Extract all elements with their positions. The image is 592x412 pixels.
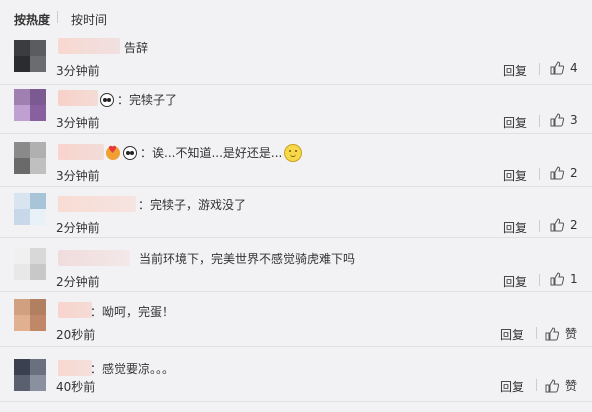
sort-by-time-tab[interactable]: 按时间 <box>71 11 107 28</box>
comment-text: ：完犊子了 <box>117 93 178 107</box>
avatar[interactable] <box>14 142 46 174</box>
action-separator <box>539 274 540 286</box>
avatar[interactable] <box>14 89 46 121</box>
comment-time: 2分钟前 <box>56 275 100 289</box>
comment-time: 3分钟前 <box>56 64 100 78</box>
comment-text: 告辞 <box>124 41 149 55</box>
comment-text: ：诶...不知道...是好还是... <box>140 146 283 160</box>
thumbs-up-icon <box>545 326 559 340</box>
avatar[interactable] <box>14 359 46 391</box>
like-label: 赞 <box>565 327 578 341</box>
comment-content: ：诶...不知道...是好还是... <box>106 144 305 162</box>
comment-text: ：呦呵，完蛋！ <box>90 305 175 319</box>
action-separator <box>536 379 537 391</box>
comment-time: 40秒前 <box>56 380 96 394</box>
smile-emoji-icon <box>284 144 303 162</box>
comment-item: ：诶...不知道...是好还是... 3分钟前 回复 2 <box>0 134 592 187</box>
like-button[interactable]: 赞 <box>545 325 577 342</box>
thumbs-up-icon <box>550 272 564 286</box>
username-blurred[interactable] <box>58 196 136 212</box>
comment-item: ：感觉要凉。。。 40秒前 回复 赞 <box>0 347 592 402</box>
action-separator <box>536 327 537 339</box>
avatar[interactable] <box>14 40 46 72</box>
action-separator <box>539 115 540 127</box>
thumbs-up-icon <box>550 113 564 127</box>
sort-separator <box>57 11 58 23</box>
action-separator <box>539 63 540 75</box>
sort-by-hot-tab[interactable]: 按热度 <box>14 11 50 28</box>
username-blurred[interactable] <box>58 302 92 318</box>
reply-button[interactable]: 回复 <box>503 114 527 131</box>
reply-button[interactable]: 回复 <box>503 273 527 290</box>
reply-button[interactable]: 回复 <box>503 62 527 79</box>
like-count: 1 <box>570 272 578 286</box>
like-button[interactable]: 2 <box>550 218 578 232</box>
username-blurred[interactable] <box>58 38 120 54</box>
comment-time: 3分钟前 <box>56 116 100 130</box>
like-count: 4 <box>570 61 578 75</box>
username-blurred[interactable] <box>58 360 92 376</box>
like-label: 赞 <box>565 379 578 393</box>
comment-time: 20秒前 <box>56 328 96 342</box>
comment-item: 告辞 3分钟前 回复 4 <box>0 36 592 85</box>
username-blurred[interactable] <box>58 250 130 266</box>
like-button[interactable]: 2 <box>550 166 578 180</box>
like-button[interactable]: 1 <box>550 272 578 286</box>
action-separator <box>539 220 540 232</box>
comment-time: 3分钟前 <box>56 169 100 183</box>
panda-emoji-icon <box>123 146 137 160</box>
action-separator <box>539 168 540 180</box>
thumbs-up-icon <box>550 61 564 75</box>
reply-button[interactable]: 回复 <box>503 167 527 184</box>
thumbs-up-icon <box>550 166 564 180</box>
comment-item: 当前环境下，完美世界不感觉骑虎难下吗 2分钟前 回复 1 <box>0 238 592 292</box>
thumbs-up-icon <box>550 218 564 232</box>
thumbs-up-icon <box>545 378 559 392</box>
username-blurred[interactable] <box>58 144 104 160</box>
panda-emoji-icon <box>100 93 114 107</box>
comment-text: ：完犊子，游戏没了 <box>138 198 247 212</box>
reply-button[interactable]: 回复 <box>500 326 524 343</box>
comment-item: ：完犊子了 3分钟前 回复 3 <box>0 85 592 134</box>
avatar[interactable] <box>14 193 46 225</box>
reply-button[interactable]: 回复 <box>500 378 524 395</box>
like-count: 2 <box>570 166 578 180</box>
comment-time: 2分钟前 <box>56 221 100 235</box>
comment-content: ：完犊子了 <box>100 91 177 108</box>
username-blurred[interactable] <box>58 90 98 106</box>
like-button[interactable]: 3 <box>550 113 578 127</box>
comment-item: ：完犊子，游戏没了 2分钟前 回复 2 <box>0 187 592 238</box>
comment-item: ：呦呵，完蛋！ 20秒前 回复 赞 <box>0 292 592 347</box>
like-count: 3 <box>570 113 578 127</box>
comment-text: ：感觉要凉。。。 <box>90 362 175 376</box>
avatar[interactable] <box>14 299 46 331</box>
comment-text: 当前环境下，完美世界不感觉骑虎难下吗 <box>139 252 356 266</box>
reply-button[interactable]: 回复 <box>503 219 527 236</box>
avatar[interactable] <box>14 248 46 280</box>
like-button[interactable]: 赞 <box>545 377 577 394</box>
sort-bar: 按热度 按时间 <box>0 0 592 32</box>
heart-face-emoji-icon <box>106 145 120 160</box>
like-count: 2 <box>570 218 578 232</box>
like-button[interactable]: 4 <box>550 61 578 75</box>
